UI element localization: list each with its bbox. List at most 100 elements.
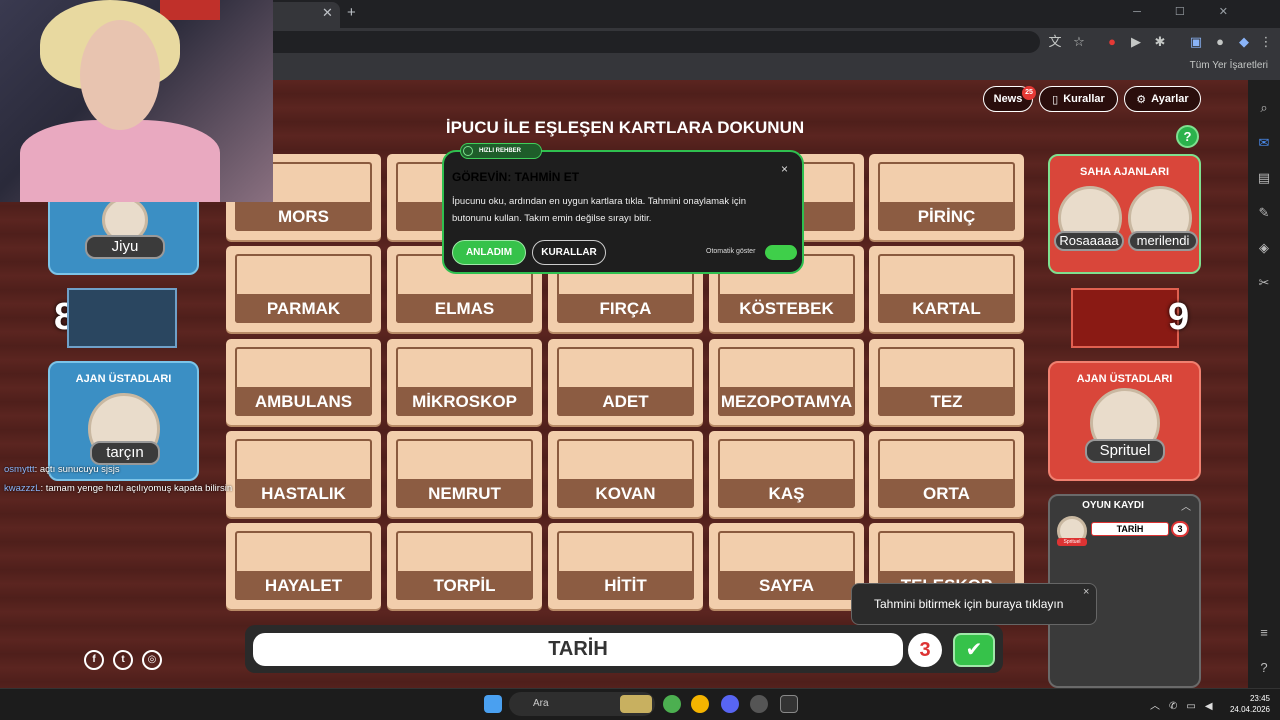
sidebar-toggle-icon[interactable]: ▣ (1188, 34, 1204, 50)
menu-icon[interactable]: ⋮ (1258, 34, 1274, 50)
news-badge: 25 (1022, 86, 1036, 100)
date: 24.04.2026 (1229, 705, 1270, 714)
card-word: KOVAN (557, 479, 694, 508)
gamepad-icon[interactable]: ◈ (1256, 240, 1272, 256)
chevron-up-icon[interactable]: ︿ (1181, 498, 1191, 513)
word-card[interactable]: MİKROSKOP (387, 339, 542, 425)
bookmark-icon: ▯ (1052, 93, 1059, 106)
puzzle-icon[interactable]: ✱ (1152, 34, 1168, 50)
window-controls[interactable]: ─☐✕ (1133, 5, 1262, 18)
card-word: PİRİNÇ (878, 202, 1015, 231)
page-title: İPUCU İLE EŞLEŞEN KARTLARA DOKUNUN (445, 118, 805, 137)
new-tab-icon[interactable]: + (347, 4, 356, 21)
card-word: ADET (557, 387, 694, 416)
card-word: SAYFA (718, 571, 855, 600)
word-card[interactable]: AMBULANS (226, 339, 381, 425)
log-clue-count: 3 (1171, 521, 1189, 537)
blue-team-image (67, 288, 177, 348)
tools-icon[interactable]: ✂ (1256, 275, 1272, 291)
word-card[interactable]: HASTALIK (226, 431, 381, 517)
card-word: NEMRUT (396, 479, 533, 508)
panel-title: AJAN ÜSTADLARI (75, 373, 172, 385)
terminal-icon[interactable] (780, 695, 798, 713)
streamer-body (20, 120, 220, 202)
word-card[interactable]: KAŞ (709, 431, 864, 517)
word-card[interactable]: HAYALET (226, 523, 381, 609)
popup-rules-button[interactable]: KURALLAR (532, 240, 606, 265)
red-team-image (1071, 288, 1179, 348)
shield-icon[interactable]: ◆ (1236, 34, 1252, 50)
auto-show-label: Otomatik göster (706, 248, 756, 255)
messenger-icon[interactable]: ✉ (1256, 135, 1272, 151)
popup-close-icon[interactable]: × (781, 162, 788, 176)
player-name-tag: Jiyu (85, 235, 165, 259)
card-word: FIRÇA (557, 294, 694, 323)
settings-sliders-icon[interactable]: ≡ (1256, 625, 1272, 641)
windows-start-icon[interactable] (484, 695, 502, 713)
clue-word-display: TARİH (253, 633, 903, 666)
chat-message: osmyttt: açtı sunucuyu sjsjs (4, 464, 120, 475)
streamer-face (80, 20, 160, 130)
rules-label: Kurallar (1063, 93, 1105, 105)
twitter-icon[interactable]: t (113, 650, 133, 670)
profile-icon[interactable]: ● (1212, 34, 1228, 50)
discord-icon[interactable] (721, 695, 739, 713)
tab-close-icon[interactable]: ✕ (322, 5, 333, 21)
browser-icon[interactable] (691, 695, 709, 713)
word-card[interactable]: KARTAL (869, 246, 1024, 332)
gear-icon: ⚙ (1136, 93, 1147, 106)
word-card[interactable]: MEZOPOTAMYA (709, 339, 864, 425)
card-word: TORPİL (396, 571, 533, 600)
got-it-button[interactable]: ANLADIM (452, 240, 526, 265)
extension-icon[interactable]: ▶ (1128, 34, 1144, 50)
player-name-tag: Rosaaaaa (1054, 231, 1124, 251)
card-word: HASTALIK (235, 479, 372, 508)
rules-button[interactable]: ▯ Kurallar (1039, 86, 1118, 112)
word-card[interactable]: ORTA (869, 431, 1024, 517)
search-icon[interactable]: ⌕ (1256, 100, 1272, 116)
chrome-icon[interactable] (663, 695, 681, 713)
word-card[interactable]: TEZ (869, 339, 1024, 425)
player-name-tag: merilendi (1128, 231, 1198, 251)
end-guess-button[interactable]: ✔ (953, 633, 995, 667)
word-card[interactable]: PARMAK (226, 246, 381, 332)
facebook-icon[interactable]: f (84, 650, 104, 670)
taskbar-clock[interactable]: 23:45 24.04.2026 (1228, 693, 1270, 715)
word-card[interactable]: TORPİL (387, 523, 542, 609)
translate-icon[interactable]: 文 (1047, 34, 1063, 50)
time: 23:45 (1249, 694, 1270, 703)
all-bookmarks-link[interactable]: Tüm Yer İşaretleri (1190, 60, 1268, 71)
word-card[interactable]: ADET (548, 339, 703, 425)
red-spymaster-panel: AJAN ÜSTADLARI Sprituel (1048, 361, 1201, 481)
blue-spymaster-panel: AJAN ÜSTADLARI tarçın (48, 361, 199, 481)
notes-icon[interactable]: ▤ (1256, 170, 1272, 186)
word-card[interactable]: HİTİT (548, 523, 703, 609)
help-icon[interactable]: ? (1256, 660, 1272, 676)
word-card[interactable]: PİRİNÇ (869, 154, 1024, 240)
settings-button[interactable]: ⚙ Ayarlar (1124, 86, 1201, 112)
log-clue-word: TARİH (1091, 522, 1169, 536)
popup-title: GÖREVİN: TAHMİN ET (452, 170, 580, 184)
word-card[interactable]: NEMRUT (387, 431, 542, 517)
word-card[interactable]: SAYFA (709, 523, 864, 609)
extension-icon[interactable]: ● (1104, 34, 1120, 50)
star-icon[interactable]: ☆ (1071, 34, 1087, 50)
panel-title: AJAN ÜSTADLARI (1076, 373, 1173, 385)
omnibox[interactable] (160, 31, 1040, 53)
card-word: MİKROSKOP (396, 387, 533, 416)
player-name-tag: Sprituel (1085, 439, 1165, 463)
word-card[interactable]: KOVAN (548, 431, 703, 517)
system-tray-icons[interactable]: ︿✆▭◀ (1150, 697, 1222, 712)
check-icon: ✔ (965, 639, 983, 661)
auto-show-toggle[interactable] (765, 245, 797, 260)
card-word: TEZ (878, 387, 1015, 416)
instagram-icon[interactable]: ◎ (142, 650, 162, 670)
obs-icon[interactable] (750, 695, 768, 713)
tooltip-close-icon[interactable]: × (1083, 586, 1089, 598)
chat-message: kwazzzL: tamam yenge hızlı açılıyomuş ka… (4, 483, 232, 494)
game-log-title: OYUN KAYDI (1082, 500, 1144, 511)
chat-user: kwazzzL (4, 483, 41, 494)
edit-icon[interactable]: ✎ (1256, 205, 1272, 221)
help-button[interactable]: ? (1176, 125, 1199, 148)
news-label: News (993, 93, 1023, 105)
